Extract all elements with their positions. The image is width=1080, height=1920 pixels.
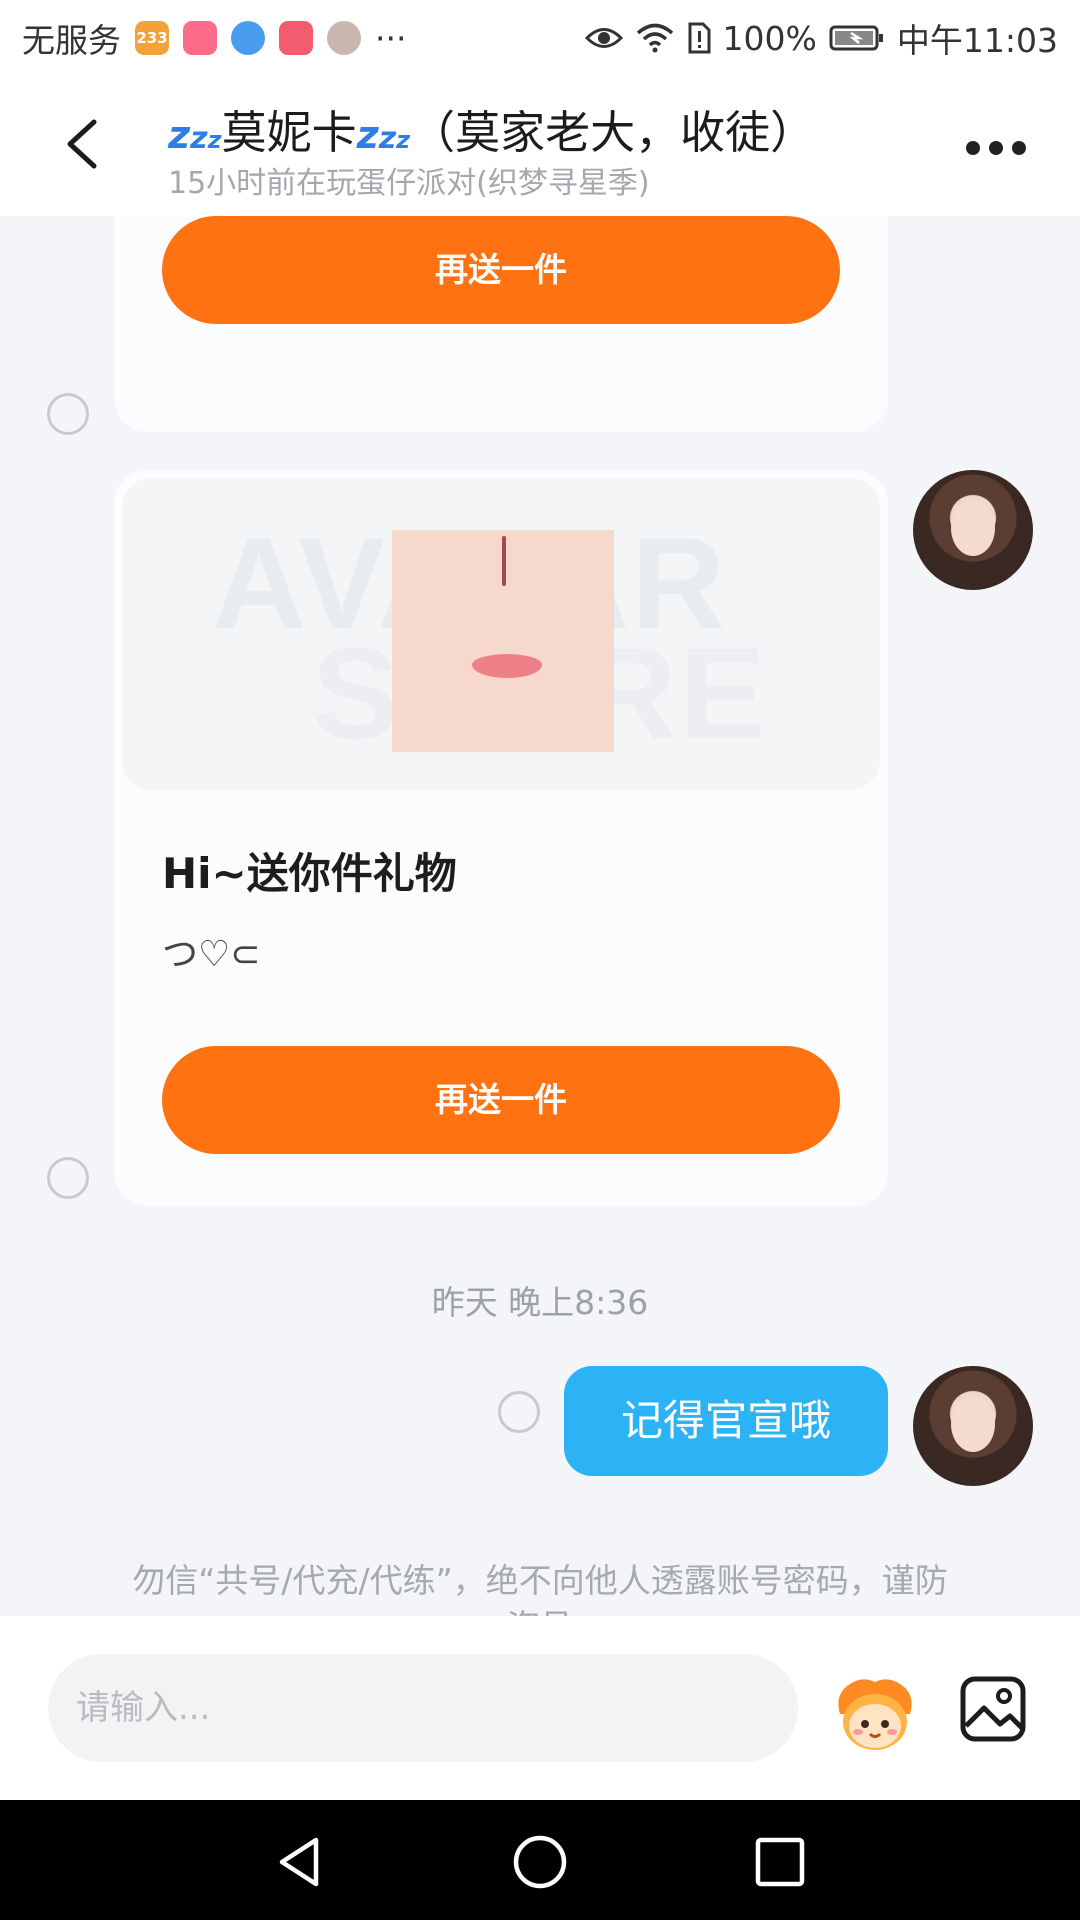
gift-subtitle: つ♡⊂ xyxy=(162,934,261,975)
battery-percent: 100% xyxy=(722,18,817,58)
resend-gift-button[interactable]: 再送一件 xyxy=(162,1046,840,1154)
message-input-bar xyxy=(0,1616,1080,1800)
safety-notice-continued: 盗号 xyxy=(0,1600,1080,1616)
contact-name-text: 莫妮卡 xyxy=(221,106,357,159)
wifi-icon xyxy=(636,23,673,53)
gift-message-card: AVATAR STORE Hi~送你件礼物 つ♡⊂ 再送一件 xyxy=(114,470,888,1206)
chat-header: zzz莫妮卡zzz（莫家老大，收徒） 15小时前在玩蛋仔派对(织梦寻星季) xyxy=(0,76,1080,216)
contact-name: zzz莫妮卡zzz（莫家老大，收徒） xyxy=(168,96,815,161)
safety-notice: 勿信“共号/代充/代练”，绝不向他人透露账号密码，谨防 xyxy=(132,1561,948,1598)
face-lips xyxy=(472,654,542,678)
message-select-checkbox[interactable] xyxy=(47,1157,89,1199)
app-browser-icon xyxy=(231,21,265,55)
back-arrow-icon[interactable] xyxy=(58,114,108,174)
emoji-mascot-icon[interactable] xyxy=(832,1674,918,1754)
nav-back-icon[interactable] xyxy=(270,1832,330,1892)
sender-avatar[interactable] xyxy=(913,470,1033,590)
sim-alert-icon xyxy=(688,22,711,54)
more-options-button[interactable] xyxy=(966,136,1026,160)
resend-gift-button[interactable]: 再送一件 xyxy=(162,216,840,324)
image-picker-icon[interactable] xyxy=(958,1674,1028,1744)
gift-item-face-image xyxy=(392,530,614,752)
contact-status: 15小时前在玩蛋仔派对(织梦寻星季) xyxy=(168,166,650,201)
carrier-text: 无服务 xyxy=(22,21,121,60)
contact-name-suffix: （莫家老大，收徒） xyxy=(410,106,816,159)
status-bar-left: 无服务 233 ··· xyxy=(22,14,406,62)
gift-title: Hi~送你件礼物 xyxy=(162,849,457,898)
battery-icon xyxy=(829,25,883,51)
message-timestamp: 昨天 晚上8:36 xyxy=(431,1283,649,1322)
eye-icon xyxy=(584,28,623,48)
message-input[interactable] xyxy=(48,1654,798,1762)
text-message-bubble[interactable]: 记得官宣哦 xyxy=(564,1366,888,1476)
message-select-checkbox[interactable] xyxy=(47,393,89,435)
more-dot xyxy=(1012,141,1026,155)
status-bar-right: 100% 中午11:03 xyxy=(584,14,1058,62)
status-bar: 无服务 233 ··· 100% 中午11:03 xyxy=(0,0,1080,76)
app-mall-icon xyxy=(279,21,313,55)
gift-preview-image[interactable]: AVATAR STORE xyxy=(122,478,880,790)
more-notifications-icon: ··· xyxy=(375,18,407,58)
more-dot xyxy=(966,141,980,155)
app-233-icon: 233 xyxy=(135,21,169,55)
chat-message-list[interactable]: 再送一件 AVATAR STORE Hi~送你件礼物 つ♡⊂ 再送一件 昨天 晚… xyxy=(0,216,1080,1616)
nav-recents-icon[interactable] xyxy=(750,1832,810,1892)
app-music-icon xyxy=(183,21,217,55)
gift-message-card: 再送一件 xyxy=(114,216,888,432)
more-dot xyxy=(989,141,1003,155)
zzz-emoji-left: zzz xyxy=(168,113,222,157)
message-select-checkbox[interactable] xyxy=(498,1391,540,1433)
zzz-emoji-right: zzz xyxy=(356,113,411,157)
system-navigation-bar xyxy=(0,1800,1080,1920)
nav-home-icon[interactable] xyxy=(510,1832,570,1892)
app-avatar-icon xyxy=(327,21,361,55)
sender-avatar[interactable] xyxy=(913,1366,1033,1486)
clock-time: 中午11:03 xyxy=(896,21,1058,60)
face-nose-line xyxy=(502,536,506,586)
